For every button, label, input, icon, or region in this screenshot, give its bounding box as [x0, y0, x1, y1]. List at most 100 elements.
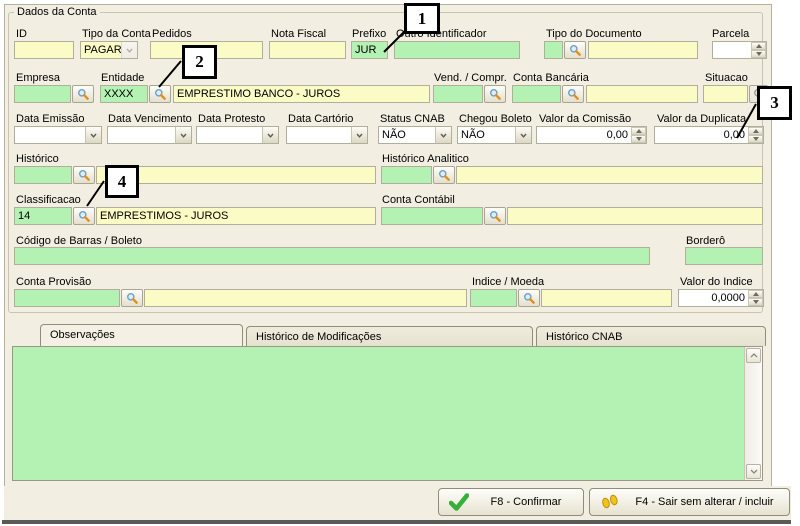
classificacao-desc-input[interactable]: [96, 207, 376, 225]
tab-historico-cnab-label: Histórico CNAB: [546, 331, 622, 343]
spin-up-button[interactable]: [631, 127, 646, 135]
magnifier-icon: [489, 210, 501, 222]
valor-indice-label: Valor do Indice: [680, 276, 753, 288]
scroll-down-button[interactable]: [746, 464, 761, 479]
magnifier-icon: [126, 292, 138, 304]
valor-comissao-spinner[interactable]: 0,00: [536, 126, 647, 144]
data-vencimento-combo[interactable]: [107, 126, 192, 144]
chevron-down-icon[interactable]: [262, 127, 278, 143]
conta-bancaria-label: Conta Bancária: [513, 72, 589, 84]
conta-provisao-lookup-button[interactable]: [121, 289, 143, 307]
magnifier-icon: [489, 88, 501, 100]
chevron-down-icon[interactable]: [85, 127, 101, 143]
bordero-input[interactable]: [685, 247, 763, 265]
tipo-da-conta-combo[interactable]: PAGAR: [80, 41, 138, 59]
entidade-code-input[interactable]: [100, 85, 148, 103]
prefixo-input[interactable]: [351, 41, 388, 59]
callout-3: 3: [757, 86, 792, 120]
codigo-barras-input[interactable]: [14, 247, 650, 265]
valor-indice-spinner[interactable]: 0,0000: [678, 289, 764, 307]
spin-down-button[interactable]: [748, 135, 763, 143]
conta-bancaria-desc-input[interactable]: [586, 85, 698, 103]
valor-indice-value: 0,0000: [679, 290, 748, 306]
entidade-desc-input[interactable]: [173, 85, 430, 103]
historico-lookup-button[interactable]: [73, 166, 95, 184]
vend-compr-input[interactable]: [433, 85, 483, 103]
data-cartorio-combo[interactable]: [286, 126, 368, 144]
groupbox-title: Dados da Conta: [14, 6, 100, 18]
historico-analitico-desc-input[interactable]: [456, 166, 763, 184]
tab-historico-cnab[interactable]: Histórico CNAB: [536, 326, 766, 346]
chevron-down-icon[interactable]: [515, 127, 531, 143]
spin-down-button[interactable]: [631, 135, 646, 143]
data-vencimento-value: [108, 127, 175, 143]
sair-button[interactable]: F4 - Sair sem alterar / incluir: [589, 488, 790, 516]
status-cnab-combo[interactable]: NÃO: [378, 126, 452, 144]
tab-observacoes[interactable]: Observações: [40, 324, 243, 346]
magnifier-icon: [154, 88, 166, 100]
spin-up-button[interactable]: [748, 290, 763, 298]
vend-compr-lookup-button[interactable]: [484, 85, 506, 103]
checkmark-icon: [449, 493, 469, 511]
data-emissao-combo[interactable]: [14, 126, 102, 144]
valor-comissao-label: Valor da Comissão: [539, 113, 631, 125]
historico-analitico-lookup-button[interactable]: [433, 166, 455, 184]
conta-contabil-lookup-button[interactable]: [484, 207, 506, 225]
tipo-da-conta-value: PAGAR: [81, 42, 121, 58]
conta-bancaria-code-input[interactable]: [512, 85, 561, 103]
indice-moeda-lookup-button[interactable]: [518, 289, 540, 307]
callout-4: 4: [105, 165, 139, 198]
conta-contabil-desc-input[interactable]: [507, 207, 763, 225]
situacao-input[interactable]: [703, 85, 748, 103]
data-emissao-label: Data Emissão: [16, 113, 84, 125]
outro-identificador-input[interactable]: [394, 41, 520, 59]
conta-bancaria-lookup-button[interactable]: [562, 85, 584, 103]
tab-historico-modificacoes[interactable]: Histórico de Modificações: [246, 326, 533, 346]
chegou-boleto-combo[interactable]: NÃO: [457, 126, 532, 144]
historico-code-input[interactable]: [14, 166, 72, 184]
conta-contabil-code-input[interactable]: [381, 207, 483, 225]
nota-fiscal-input[interactable]: [269, 41, 346, 59]
magnifier-icon: [78, 210, 90, 222]
historico-analitico-code-input[interactable]: [381, 166, 432, 184]
conta-provisao-desc-input[interactable]: [144, 289, 467, 307]
empresa-input[interactable]: [14, 85, 71, 103]
spin-down-button[interactable]: [751, 50, 766, 58]
vertical-scrollbar[interactable]: [744, 347, 762, 480]
scroll-up-button[interactable]: [746, 348, 761, 363]
data-protesto-label: Data Protesto: [198, 113, 265, 125]
parcela-spinner[interactable]: [712, 41, 767, 59]
empresa-lookup-button[interactable]: [72, 85, 94, 103]
chevron-down-icon[interactable]: [175, 127, 191, 143]
chevron-down-icon[interactable]: [121, 42, 137, 58]
historico-analitico-label: Histórico Analitico: [382, 153, 469, 165]
tipo-do-documento-code-input[interactable]: [544, 41, 563, 59]
magnifier-icon: [78, 169, 90, 181]
tipo-do-documento-lookup-button[interactable]: [564, 41, 586, 59]
classificacao-code-input[interactable]: [14, 207, 72, 225]
conta-provisao-code-input[interactable]: [14, 289, 120, 307]
situacao-label: Situacao: [705, 72, 748, 84]
chevron-down-icon[interactable]: [351, 127, 367, 143]
valor-duplicata-spinner[interactable]: 0,00: [654, 126, 764, 144]
spin-down-button[interactable]: [748, 298, 763, 306]
id-input[interactable]: [14, 41, 74, 59]
data-protesto-combo[interactable]: [196, 126, 279, 144]
observacoes-textarea[interactable]: [13, 347, 743, 480]
chevron-up-icon: [750, 353, 758, 358]
empresa-label: Empresa: [16, 72, 60, 84]
conta-contabil-label: Conta Contábil: [382, 194, 455, 206]
spin-up-button[interactable]: [751, 42, 766, 50]
spin-up-button[interactable]: [748, 127, 763, 135]
indice-moeda-desc-input[interactable]: [541, 289, 672, 307]
prefixo-label: Prefixo: [352, 28, 386, 40]
tipo-do-documento-desc-input[interactable]: [588, 41, 698, 59]
confirmar-button[interactable]: F8 - Confirmar: [438, 488, 584, 516]
chevron-down-icon[interactable]: [435, 127, 451, 143]
observacoes-panel: [12, 346, 763, 481]
data-vencimento-label: Data Vencimento: [108, 113, 192, 125]
classificacao-lookup-button[interactable]: [73, 207, 95, 225]
entidade-lookup-button[interactable]: [149, 85, 171, 103]
status-cnab-label: Status CNAB: [380, 113, 445, 125]
indice-moeda-code-input[interactable]: [470, 289, 517, 307]
